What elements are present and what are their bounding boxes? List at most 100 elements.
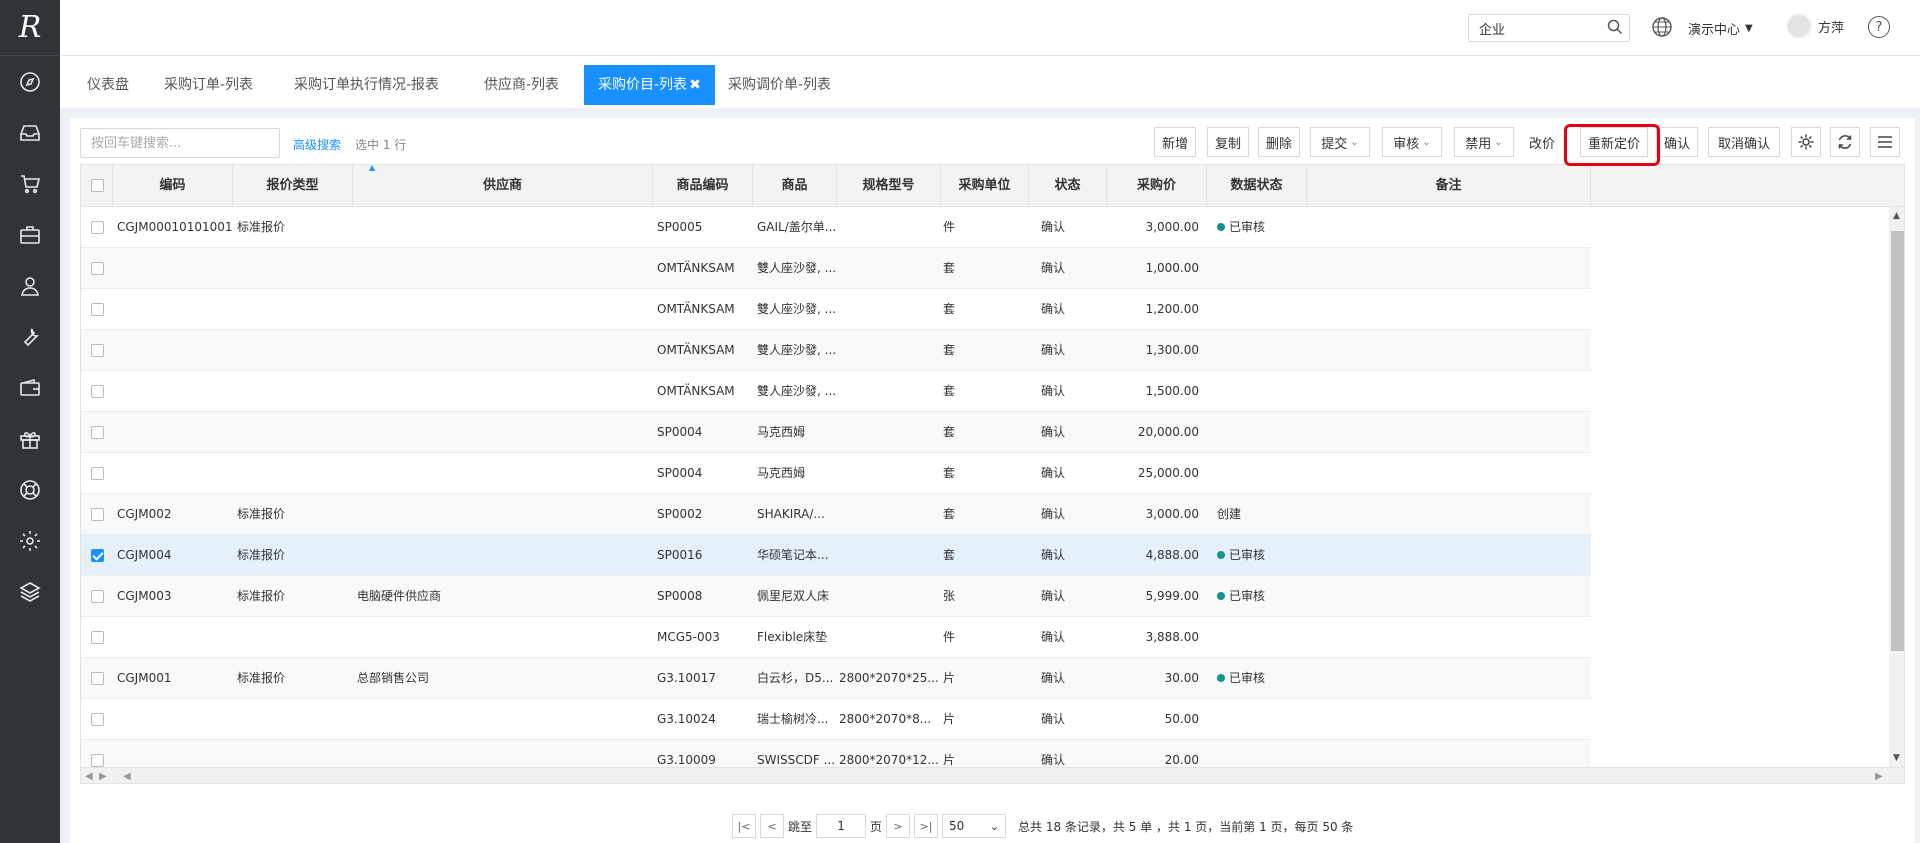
horizontal-scrollbar[interactable]: ◀ ▶ ◀ ▶ bbox=[81, 767, 1904, 783]
row-checkbox[interactable] bbox=[91, 672, 104, 685]
col-remark[interactable]: 备注 bbox=[1307, 165, 1591, 207]
col-state[interactable]: 状态 bbox=[1029, 165, 1107, 207]
col-goods[interactable]: 商品 bbox=[753, 165, 837, 207]
refresh-icon[interactable] bbox=[1830, 127, 1860, 157]
table-row[interactable]: OMTÄNKSAM 雙人座沙發, ... 套 确认 1,000.00 bbox=[81, 248, 1591, 289]
col-sku[interactable]: 商品编码 bbox=[653, 165, 753, 207]
last-page-icon[interactable]: >| bbox=[914, 814, 939, 838]
scroll-right-icon[interactable]: ▶ bbox=[1875, 771, 1883, 782]
table-row[interactable]: OMTÄNKSAM 雙人座沙發, ... 套 确认 1,500.00 bbox=[81, 371, 1591, 412]
user-icon[interactable] bbox=[0, 260, 60, 311]
row-checkbox[interactable] bbox=[91, 262, 104, 275]
table-row[interactable]: CGJM001 标准报价 总部销售公司 G3.10017 白云杉，D5... 2800*2… bbox=[81, 658, 1591, 699]
row-checkbox[interactable] bbox=[91, 508, 104, 521]
row-checkbox[interactable] bbox=[91, 549, 104, 562]
settings-icon[interactable] bbox=[1791, 127, 1821, 157]
cell-text: 确认 bbox=[1041, 671, 1066, 685]
scroll-down-icon[interactable]: ▼ bbox=[1893, 753, 1900, 763]
cancel-confirm-button[interactable]: 取消确认 bbox=[1708, 127, 1780, 157]
gift-icon[interactable] bbox=[0, 413, 60, 464]
delete-button[interactable]: 删除 bbox=[1258, 127, 1300, 157]
copy-button[interactable]: 复制 bbox=[1207, 127, 1249, 157]
help-icon[interactable]: ? bbox=[1868, 16, 1890, 38]
close-icon[interactable]: ✖ bbox=[689, 77, 701, 93]
cell-text: 20.00 bbox=[1164, 753, 1199, 767]
row-checkbox[interactable] bbox=[91, 221, 104, 234]
row-checkbox[interactable] bbox=[91, 303, 104, 316]
global-search-input[interactable] bbox=[1469, 15, 1599, 41]
keyword-search[interactable] bbox=[80, 128, 280, 158]
col-unit[interactable]: 采购单位 bbox=[941, 165, 1029, 207]
app-logo[interactable]: R bbox=[0, 0, 60, 56]
scroll-thumb[interactable] bbox=[1891, 231, 1904, 651]
tab-purchase-orders[interactable]: 采购订单-列表 bbox=[164, 65, 253, 105]
wallet-icon[interactable] bbox=[0, 362, 60, 413]
col-spec[interactable]: 规格型号 bbox=[837, 165, 941, 207]
pagination-summary: 总共 18 条记录，共 5 单 ，共 1 页，当前第 1 页，每页 50 条 bbox=[1018, 819, 1354, 834]
first-page-icon[interactable]: |< bbox=[732, 814, 756, 838]
cart-icon[interactable] bbox=[0, 158, 60, 209]
table-row[interactable]: OMTÄNKSAM 雙人座沙發, ... 套 确认 1,300.00 bbox=[81, 330, 1591, 371]
table-row[interactable]: G3.10024 瑞士榆树冷... 2800*2070*8... 片 确认 50.00 bbox=[81, 699, 1591, 740]
user-menu[interactable]: 方萍 bbox=[1786, 13, 1844, 39]
cell-text: 件 bbox=[943, 630, 956, 644]
change-price-button[interactable]: 改价 bbox=[1524, 127, 1560, 157]
table-row[interactable]: MCG5-003 Flexible床垫 件 确认 3,888.00 bbox=[81, 617, 1591, 658]
row-checkbox[interactable] bbox=[91, 713, 104, 726]
submit-dropdown[interactable]: 提交 ⌄ bbox=[1310, 127, 1370, 157]
tab-dashboard[interactable]: 仪表盘 bbox=[87, 65, 129, 105]
next-page-icon[interactable]: > bbox=[886, 814, 911, 838]
col-quote-type[interactable]: 报价类型 bbox=[233, 165, 353, 207]
col-code[interactable]: 编码 bbox=[113, 165, 233, 207]
globe-icon[interactable] bbox=[1651, 16, 1673, 42]
lifebuoy-icon[interactable] bbox=[0, 464, 60, 515]
row-checkbox[interactable] bbox=[91, 426, 104, 439]
table-row[interactable]: CGJM002 标准报价 SP0002 SHAKIRA/... 套 确认 3,000.00 创… bbox=[81, 494, 1591, 535]
tab-purchase-price-list[interactable]: 采购价目-列表 ✖ bbox=[584, 65, 715, 105]
row-checkbox[interactable] bbox=[91, 467, 104, 480]
row-checkbox[interactable] bbox=[91, 754, 104, 767]
tab-po-execution-report[interactable]: 采购订单执行情况-报表 bbox=[294, 65, 439, 105]
advanced-search-link[interactable]: 高级搜索 bbox=[293, 136, 341, 153]
layers-icon[interactable] bbox=[0, 566, 60, 617]
select-all-checkbox[interactable] bbox=[91, 179, 104, 192]
search-icon[interactable] bbox=[1607, 19, 1623, 39]
scroll-up-icon[interactable]: ▲ bbox=[1893, 211, 1900, 221]
row-checkbox[interactable] bbox=[91, 631, 104, 644]
prev-page-icon[interactable]: < bbox=[760, 814, 784, 838]
compass-icon[interactable] bbox=[0, 56, 60, 107]
page-input[interactable]: 1 bbox=[816, 814, 867, 838]
row-checkbox[interactable] bbox=[91, 385, 104, 398]
keyword-search-input[interactable] bbox=[81, 129, 279, 157]
disable-dropdown[interactable]: 禁用 ⌄ bbox=[1454, 127, 1514, 157]
confirm-button[interactable]: 确认 bbox=[1656, 127, 1698, 157]
row-checkbox[interactable] bbox=[91, 590, 104, 603]
scroll-right-icon[interactable]: ▶ bbox=[99, 771, 107, 782]
gear-icon[interactable] bbox=[0, 515, 60, 566]
table-row[interactable]: OMTÄNKSAM 雙人座沙發, ... 套 确认 1,200.00 bbox=[81, 289, 1591, 330]
wrench-icon[interactable] bbox=[0, 311, 60, 362]
audit-dropdown[interactable]: 审核 ⌄ bbox=[1382, 127, 1442, 157]
vertical-scrollbar[interactable]: ▲ ▼ bbox=[1889, 207, 1904, 767]
table-row[interactable]: CGJM00010101001 标准报价 SP0005 GAIL/盖尔单... 件 确认 3… bbox=[81, 207, 1591, 248]
org-switcher[interactable]: 演示中心 ▼ bbox=[1688, 19, 1753, 38]
tab-price-adjustment-list[interactable]: 采购调价单-列表 bbox=[728, 65, 831, 105]
table-row[interactable]: SP0004 马克西姆 套 确认 20,000.00 bbox=[81, 412, 1591, 453]
cell-sku: OMTÄNKSAM bbox=[657, 371, 753, 412]
global-search[interactable] bbox=[1468, 14, 1630, 42]
tab-suppliers[interactable]: 供应商-列表 bbox=[484, 65, 559, 105]
scroll-left-icon[interactable]: ◀ bbox=[123, 771, 131, 782]
add-button[interactable]: 新增 bbox=[1154, 127, 1196, 157]
scroll-left-icon[interactable]: ◀ bbox=[85, 771, 93, 782]
table-row[interactable]: SP0004 马克西姆 套 确认 25,000.00 bbox=[81, 453, 1591, 494]
row-checkbox[interactable] bbox=[91, 344, 104, 357]
table-row[interactable]: CGJM004 标准报价 SP0016 华硕笔记本... 套 确认 4,888.00 已审核 bbox=[81, 535, 1591, 576]
col-data-state[interactable]: 数据状态 bbox=[1207, 165, 1307, 207]
menu-icon[interactable] bbox=[1870, 127, 1900, 157]
page-size-select[interactable]: 50 ⌄ bbox=[942, 814, 1007, 838]
col-supplier[interactable]: 供应商 bbox=[353, 165, 653, 207]
briefcase-icon[interactable] bbox=[0, 209, 60, 260]
inbox-icon[interactable] bbox=[0, 107, 60, 158]
col-price[interactable]: 采购价 bbox=[1107, 165, 1207, 207]
table-row[interactable]: CGJM003 标准报价 电脑硬件供应商 SP0008 佩里尼双人床 张 确认 5,999.0… bbox=[81, 576, 1591, 617]
